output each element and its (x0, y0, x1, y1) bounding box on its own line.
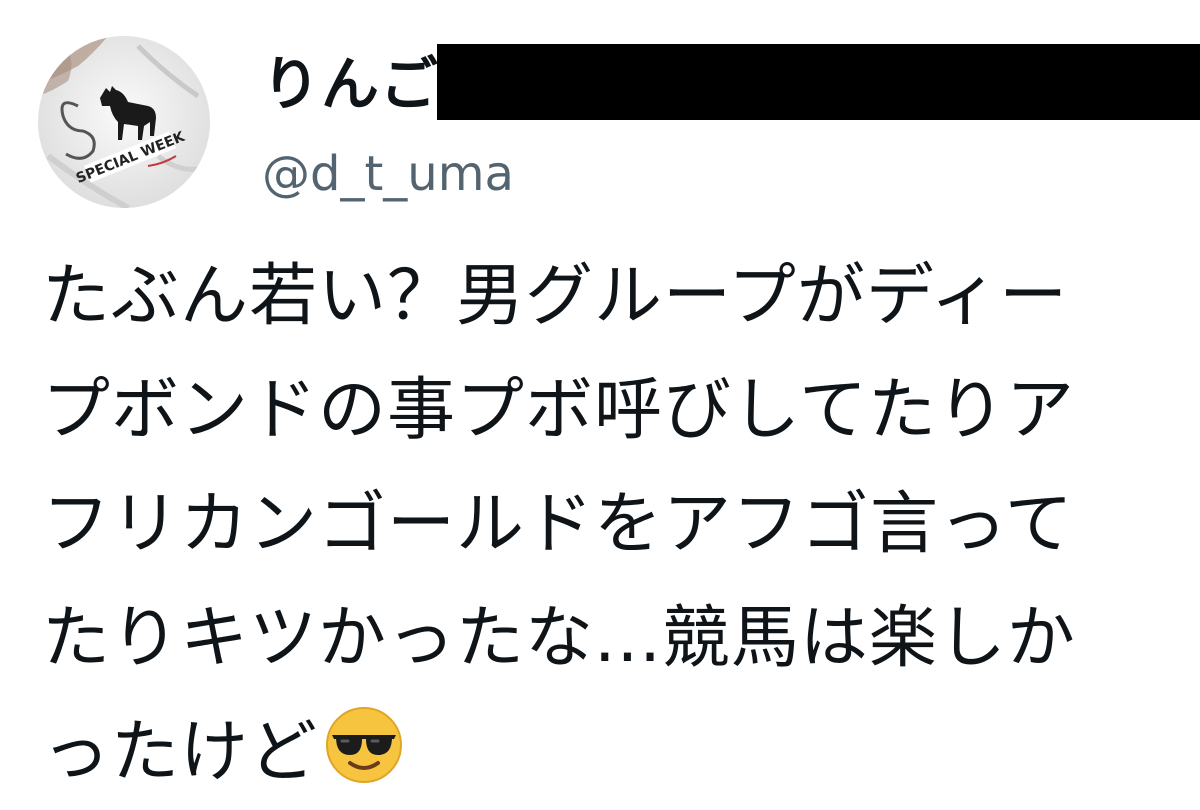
smiling-face-with-sunglasses-icon (326, 707, 403, 783)
user-handle[interactable]: @d_t_uma (262, 150, 514, 198)
redaction-bar (437, 44, 1200, 120)
tweet-text-line: フリカンゴールドをアフゴ言って (42, 485, 1074, 564)
display-name-row: りんご (262, 44, 439, 124)
horse-tshirt-avatar-icon: SPECIAL WEEK (38, 36, 210, 208)
tweet-text-line: プボンドの事プボ呼びしてたりア (42, 371, 1075, 450)
tweet-card: SPECIAL WEEK りんご @d_t_uma たぶん若い？男グループがディ… (0, 0, 1200, 800)
tweet-text-line-content: ったけど (42, 713, 319, 792)
tweet-text: たぶん若い？男グループがディー プボンドの事プボ呼びしてたりア フリカンゴールド… (42, 240, 1162, 810)
tweet-text-line-last: ったけど (42, 696, 1162, 810)
display-name[interactable]: りんご (262, 55, 439, 113)
tweet-text-line: たりキツかったな...競馬は楽しか (42, 599, 1076, 678)
tweet-text-line: たぶん若い？男グループがディー (42, 257, 1069, 336)
avatar[interactable]: SPECIAL WEEK (38, 36, 210, 208)
